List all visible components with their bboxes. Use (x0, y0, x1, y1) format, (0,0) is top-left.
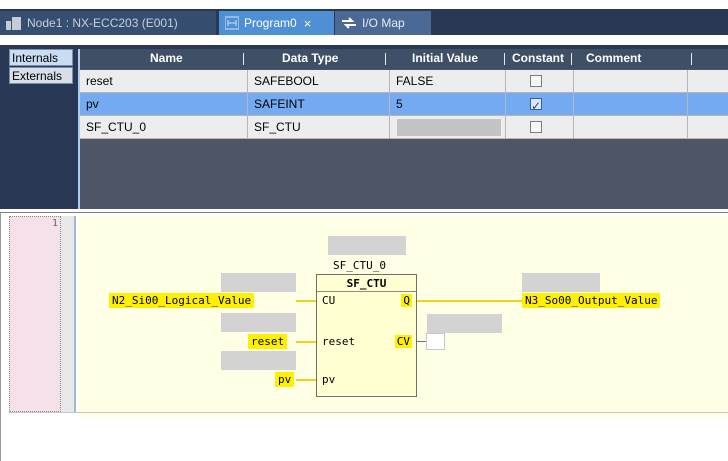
header-separator (243, 53, 244, 65)
header-initial-value[interactable]: Initial Value (412, 51, 478, 65)
table-header: Name Data Type Initial Value Constant Co… (80, 49, 728, 69)
pin-cv: CV (394, 335, 412, 348)
tab-node1-label: Node1 : NX-ECC203 (E001) (27, 16, 178, 30)
header-separator (385, 53, 386, 65)
wire-cv (417, 341, 426, 342)
tab-program0-label: Program0 (244, 16, 297, 30)
gutter-edge (74, 216, 76, 412)
output-comment-box[interactable] (522, 273, 600, 292)
header-comment[interactable]: Comment (586, 51, 641, 65)
tab-io-map-label: I/O Map (362, 16, 405, 30)
cell-comment[interactable] (574, 93, 688, 116)
pin-q: Q (401, 294, 412, 307)
cell-data-type[interactable]: SF_CTU (248, 116, 390, 139)
initial-value-disabled (397, 119, 501, 136)
wire-cu (296, 300, 316, 302)
program-icon (225, 16, 239, 30)
header-separator (571, 53, 572, 65)
cell-comment[interactable] (574, 116, 688, 139)
cell-extra[interactable] (688, 70, 728, 93)
externals-tab[interactable]: Externals (9, 67, 73, 84)
header-data-type[interactable]: Data Type (282, 51, 338, 65)
close-icon[interactable]: × (304, 16, 312, 31)
header-separator (691, 53, 692, 65)
io-map-icon (342, 17, 356, 29)
cell-data-type[interactable]: SAFEINT (248, 93, 390, 116)
header-name[interactable]: Name (150, 51, 183, 65)
input-variable-cu[interactable]: N2_Si00_Logical_Value (109, 293, 255, 308)
tab-program0[interactable]: Program0 × (219, 11, 334, 35)
cell-extra[interactable] (688, 93, 728, 116)
fb-type-label: SF_CTU (346, 277, 387, 290)
header-separator (504, 53, 505, 65)
tab-io-map[interactable]: I/O Map (335, 11, 431, 35)
cell-initial-value[interactable]: FALSE (390, 70, 506, 93)
input-variable-reset[interactable]: reset (248, 334, 288, 349)
cell-extra[interactable] (688, 116, 728, 139)
pin-pv: pv (322, 373, 336, 386)
header-constant[interactable]: Constant (512, 51, 564, 65)
fb-instance-name[interactable]: SF_CTU_0 (333, 259, 386, 272)
cell-name[interactable]: pv (80, 93, 248, 116)
cv-output-variable[interactable] (426, 333, 445, 350)
cell-name[interactable]: reset (80, 70, 248, 93)
constant-checkbox[interactable] (530, 121, 542, 133)
editor-bottom-line (9, 412, 728, 413)
table-row[interactable]: reset SAFEBOOL FALSE (80, 70, 728, 93)
constant-checkbox-checked[interactable] (530, 95, 542, 118)
document-tab-bar: Node1 : NX-ECC203 (E001) Program0 × I/O … (0, 0, 728, 35)
cell-comment[interactable] (574, 70, 688, 93)
internals-tab[interactable]: Internals (9, 49, 73, 66)
table-row[interactable]: SF_CTU_0 SF_CTU (80, 116, 728, 139)
output-comment-box[interactable] (427, 314, 502, 333)
pin-reset: reset (322, 335, 356, 348)
tab-node1[interactable]: Node1 : NX-ECC203 (E001) (0, 11, 216, 35)
gutter-margin (61, 216, 75, 412)
table-row-selected[interactable]: pv SAFEINT 5 (80, 93, 728, 118)
cell-initial-value[interactable] (390, 116, 506, 139)
line-number-gutter: 1 (9, 216, 61, 412)
instance-comment-box[interactable] (328, 236, 406, 255)
wire-reset (296, 341, 316, 343)
cell-initial-value[interactable]: 5 (390, 93, 506, 116)
pin-cu: CU (322, 294, 336, 307)
constant-checkbox[interactable] (530, 75, 542, 87)
function-block-sf-ctu[interactable]: SF_CTU CU reset pv Q CV (316, 274, 417, 397)
wire-pv (296, 379, 316, 381)
tab-bar-top-strip (0, 0, 728, 9)
output-variable-q[interactable]: N3_So00_Output_Value (522, 293, 661, 308)
fb-title-divider (317, 291, 416, 292)
cell-constant[interactable] (506, 70, 574, 93)
line-number: 1 (51, 218, 58, 229)
input-comment-box[interactable] (221, 313, 296, 332)
input-variable-pv[interactable]: pv (275, 372, 295, 387)
editor-left-edge (0, 213, 1, 461)
editor-divider (0, 212, 728, 213)
cell-constant[interactable] (506, 93, 574, 118)
device-icon (6, 16, 22, 30)
input-comment-box[interactable] (221, 273, 296, 292)
cell-constant[interactable] (506, 116, 574, 139)
cell-data-type[interactable]: SAFEBOOL (248, 70, 390, 93)
input-comment-box[interactable] (221, 351, 296, 370)
wire-q (417, 300, 522, 302)
cell-name[interactable]: SF_CTU_0 (80, 116, 248, 139)
